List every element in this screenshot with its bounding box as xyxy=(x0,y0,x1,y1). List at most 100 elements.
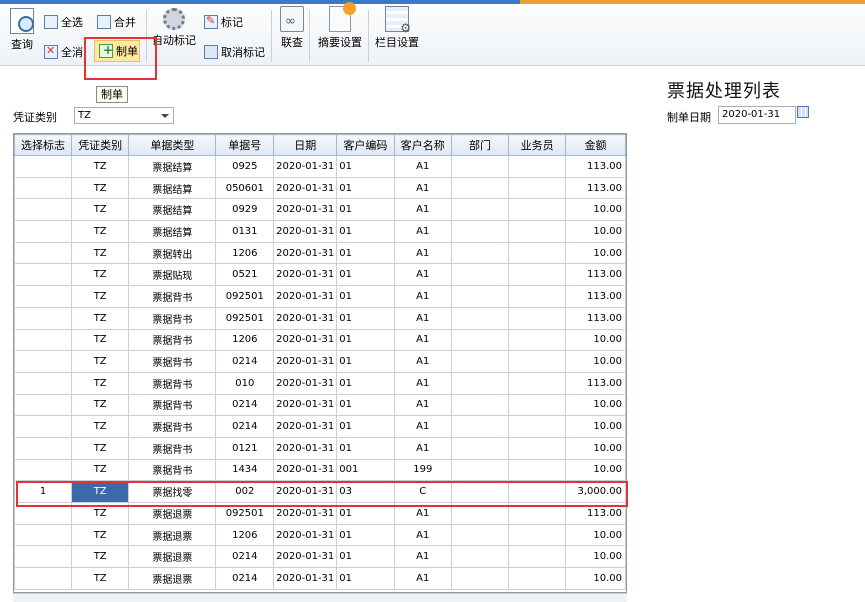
table-cell[interactable]: TZ xyxy=(71,415,130,438)
query-button[interactable]: 查询 xyxy=(10,8,34,52)
table-cell[interactable] xyxy=(14,176,73,200)
table-cell[interactable]: 2020-01-31 xyxy=(273,155,338,178)
table-cell[interactable]: 票据背书 xyxy=(128,285,217,308)
table-cell[interactable] xyxy=(14,263,73,287)
table-row[interactable]: TZ 票据背书 0214 2020-01-31 01 A1 10.00 xyxy=(14,415,626,438)
table-cell[interactable]: 10.00 xyxy=(565,241,626,265)
table-cell[interactable]: A1 xyxy=(393,523,452,547)
table-cell[interactable] xyxy=(450,371,510,395)
table-cell[interactable]: TZ xyxy=(71,350,130,373)
table-cell[interactable]: 01 xyxy=(336,241,395,265)
table-cell[interactable]: 01 xyxy=(336,415,395,438)
table-cell[interactable] xyxy=(14,350,73,373)
table-cell[interactable]: 2020-01-31 xyxy=(273,458,338,482)
merge-button[interactable]: 合并 xyxy=(97,14,136,30)
table-cell[interactable] xyxy=(14,285,73,308)
table-cell[interactable]: A1 xyxy=(393,176,452,200)
table-cell[interactable] xyxy=(14,220,73,243)
table-cell[interactable]: 01 xyxy=(336,306,395,330)
table-cell[interactable]: 票据背书 xyxy=(128,458,217,482)
table-cell[interactable]: A1 xyxy=(393,155,452,178)
table-cell[interactable]: A1 xyxy=(393,263,452,287)
table-cell[interactable]: 2020-01-31 xyxy=(273,436,338,460)
table-cell[interactable]: TZ xyxy=(71,436,130,460)
table-cell[interactable]: 0121 xyxy=(215,436,275,460)
table-cell[interactable]: 2020-01-31 xyxy=(273,415,338,438)
table-cell[interactable]: 01 xyxy=(336,350,395,373)
summary-settings-button[interactable]: 摘要设置 xyxy=(318,2,362,50)
table-cell[interactable] xyxy=(508,480,567,503)
table-cell[interactable] xyxy=(14,436,73,460)
table-cell[interactable]: 113.00 xyxy=(565,176,626,200)
table-cell[interactable]: 0925 xyxy=(215,155,275,178)
table-cell[interactable]: 票据结算 xyxy=(128,220,217,243)
table-cell[interactable]: 2020-01-31 xyxy=(273,285,338,308)
column-header[interactable]: 选择标志 xyxy=(14,134,73,156)
voucher-type-select[interactable]: TZ xyxy=(74,107,174,124)
table-cell[interactable]: TZ xyxy=(71,393,130,417)
table-row[interactable]: TZ 票据背书 0214 2020-01-31 01 A1 10.00 xyxy=(14,393,626,417)
table-cell[interactable] xyxy=(508,350,567,373)
table-row[interactable]: TZ 票据结算 0131 2020-01-31 01 A1 10.00 xyxy=(14,220,626,243)
table-cell[interactable] xyxy=(450,502,510,525)
table-cell[interactable] xyxy=(508,155,567,178)
table-cell[interactable] xyxy=(14,502,73,525)
table-row[interactable]: TZ 票据背书 1434 2020-01-31 001 199 10.00 xyxy=(14,458,626,482)
table-cell[interactable]: 092501 xyxy=(215,306,275,330)
table-cell[interactable]: A1 xyxy=(393,241,452,265)
table-cell[interactable] xyxy=(450,567,510,590)
table-cell[interactable] xyxy=(450,436,510,460)
table-cell[interactable] xyxy=(508,198,567,222)
table-cell[interactable] xyxy=(450,285,510,308)
table-cell[interactable]: 票据退票 xyxy=(128,523,217,547)
column-header[interactable]: 金额 xyxy=(565,134,626,156)
table-cell[interactable]: 0214 xyxy=(215,545,275,569)
date-field[interactable]: 2020-01-31 xyxy=(718,106,796,124)
table-cell[interactable]: 票据结算 xyxy=(128,155,217,178)
table-cell[interactable]: 2020-01-31 xyxy=(273,480,338,503)
table-cell[interactable]: 01 xyxy=(336,502,395,525)
table-cell[interactable]: 2020-01-31 xyxy=(273,567,338,590)
table-row[interactable]: TZ 票据结算 0925 2020-01-31 01 A1 113.00 xyxy=(14,155,626,178)
table-row[interactable]: TZ 票据背书 092501 2020-01-31 01 A1 113.00 xyxy=(14,306,626,330)
table-cell[interactable] xyxy=(14,545,73,569)
table-row[interactable]: TZ 票据结算 0929 2020-01-31 01 A1 10.00 xyxy=(14,198,626,222)
auto-mark-button[interactable]: 自动标记 xyxy=(152,8,196,48)
unmark-button[interactable]: 取消标记 xyxy=(204,44,265,60)
table-cell[interactable]: A1 xyxy=(393,220,452,243)
mark-button[interactable]: 标记 xyxy=(204,14,243,30)
table-cell[interactable]: A1 xyxy=(393,567,452,590)
table-cell[interactable]: TZ xyxy=(71,502,130,525)
table-row[interactable]: TZ 票据背书 092501 2020-01-31 01 A1 113.00 xyxy=(14,285,626,308)
table-cell[interactable]: 113.00 xyxy=(565,306,626,330)
table-cell[interactable]: 10.00 xyxy=(565,567,626,590)
table-cell[interactable]: 113.00 xyxy=(565,285,626,308)
table-cell[interactable]: 2020-01-31 xyxy=(273,306,338,330)
table-cell[interactable] xyxy=(450,415,510,438)
table-cell[interactable] xyxy=(450,198,510,222)
table-cell[interactable]: 10.00 xyxy=(565,415,626,438)
table-cell[interactable]: 票据退票 xyxy=(128,545,217,569)
table-cell[interactable]: 2020-01-31 xyxy=(273,176,338,200)
table-cell[interactable]: A1 xyxy=(393,415,452,438)
table-cell[interactable]: 3,000.00 xyxy=(565,480,626,503)
table-cell[interactable]: 2020-01-31 xyxy=(273,393,338,417)
table-cell[interactable]: 01 xyxy=(336,285,395,308)
table-cell[interactable]: 2020-01-31 xyxy=(273,241,338,265)
table-cell[interactable]: 01 xyxy=(336,198,395,222)
table-cell[interactable]: 092501 xyxy=(215,502,275,525)
table-cell[interactable]: TZ xyxy=(71,523,130,547)
table-cell[interactable]: 票据结算 xyxy=(128,176,217,200)
table-cell[interactable]: 10.00 xyxy=(565,350,626,373)
table-cell[interactable]: 113.00 xyxy=(565,502,626,525)
link-button[interactable]: 联查 xyxy=(280,6,304,50)
table-row[interactable]: TZ 票据结算 050601 2020-01-31 01 A1 113.00 xyxy=(14,176,626,200)
table-cell[interactable]: 2020-01-31 xyxy=(273,523,338,547)
table-cell[interactable] xyxy=(508,176,567,200)
table-cell[interactable]: 2020-01-31 xyxy=(273,198,338,222)
column-header[interactable]: 部门 xyxy=(450,134,510,156)
table-cell[interactable]: 092501 xyxy=(215,285,275,308)
table-cell[interactable]: 010 xyxy=(215,371,275,395)
table-cell[interactable]: A1 xyxy=(393,393,452,417)
table-cell[interactable]: A1 xyxy=(393,306,452,330)
